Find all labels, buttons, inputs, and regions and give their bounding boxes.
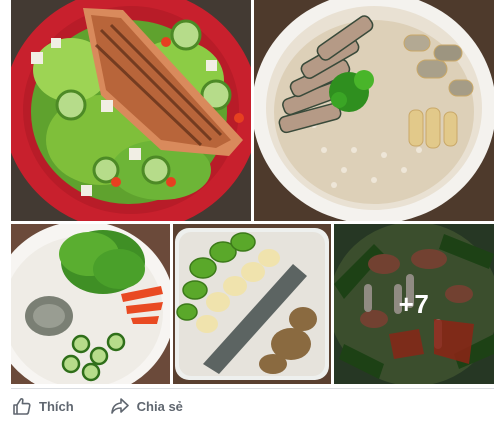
more-photos-count[interactable]: +7 xyxy=(399,289,430,320)
like-label: Thích xyxy=(39,398,74,414)
thumbs-up-icon xyxy=(13,398,31,415)
salad-plate-image xyxy=(11,224,170,384)
photo-oatmeal-bowl[interactable] xyxy=(254,0,494,221)
share-label: Chia sẻ xyxy=(136,398,183,414)
post-actions-bar: Thích Chia sẻ xyxy=(0,390,500,422)
photo-yogurt-bowl[interactable] xyxy=(173,224,331,384)
oatmeal-bowl-image xyxy=(254,0,494,221)
like-button[interactable]: Thích xyxy=(8,391,78,421)
photo-salmon-salad[interactable] xyxy=(11,0,251,221)
share-arrow-icon xyxy=(110,398,129,414)
actions-divider xyxy=(11,388,494,389)
share-button[interactable]: Chia sẻ xyxy=(106,391,187,421)
salmon-salad-image xyxy=(11,0,251,221)
photo-mushroom-hotpot[interactable]: +7 xyxy=(334,224,494,384)
yogurt-bowl-image xyxy=(173,224,331,384)
photo-salad-plate[interactable] xyxy=(11,224,170,384)
photo-grid: +7 xyxy=(0,0,500,386)
feed-post: +7 Thích Chia sẻ xyxy=(0,0,500,432)
more-photos-overlay[interactable]: +7 xyxy=(334,224,494,384)
